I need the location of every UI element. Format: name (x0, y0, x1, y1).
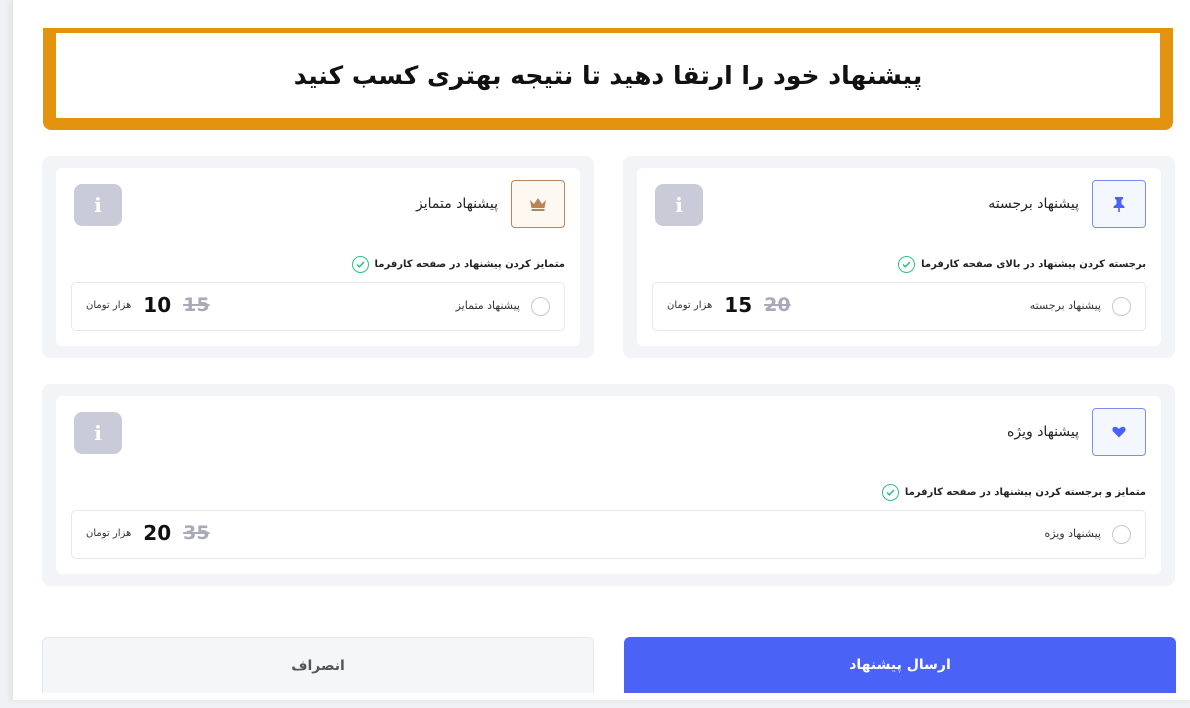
new-price: 20 (143, 521, 172, 545)
crown-icon (511, 180, 565, 228)
feature-text: متمایز کردن پیشنهاد در صفحه کارفرما (374, 259, 565, 270)
feature-text: برجسته کردن پیشنهاد در بالای صفحه کارفرم… (921, 259, 1146, 270)
special-option[interactable]: پیشنهاد ویژه هزار تومان 20 35 (71, 510, 1146, 559)
old-price: 20 (764, 294, 791, 316)
price: هزار تومان 20 35 (86, 521, 210, 545)
upgrade-panel: پیشنهاد خود را ارتقا دهید تا نتیجه بهتری… (12, 0, 1190, 700)
option-label: پیشنهاد متمایز (455, 299, 520, 312)
check-icon (351, 256, 369, 273)
feature-item: متمایز کردن پیشنهاد در صفحه کارفرما (351, 256, 565, 273)
old-price: 15 (183, 294, 210, 316)
banner: پیشنهاد خود را ارتقا دهید تا نتیجه بهتری… (43, 28, 1173, 130)
info-button[interactable]: i (74, 412, 122, 454)
check-icon (881, 484, 899, 501)
card-title: پیشنهاد متمایز (416, 196, 498, 212)
distinct-option[interactable]: پیشنهاد متمایز هزار تومان 10 15 (71, 282, 565, 331)
card-title: پیشنهاد برجسته (988, 196, 1079, 212)
feature-text: متمایز و برجسته کردن پیشنهاد در صفحه کار… (904, 487, 1146, 498)
submit-button[interactable]: ارسال پیشنهاد (624, 637, 1176, 693)
new-price: 10 (143, 293, 172, 317)
card-title: پیشنهاد ویژه (1007, 424, 1079, 440)
featured-radio[interactable] (1112, 297, 1131, 316)
info-button[interactable]: i (655, 184, 703, 226)
info-button[interactable]: i (74, 184, 122, 226)
featured-option[interactable]: پیشنهاد برجسته هزار تومان 15 20 (652, 282, 1146, 331)
feature-item: برجسته کردن پیشنهاد در بالای صفحه کارفرم… (898, 256, 1146, 273)
distinct-radio[interactable] (531, 297, 550, 316)
option-label: پیشنهاد ویژه (1044, 527, 1101, 540)
featured-card: i پیشنهاد برجسته برجسته کردن پیشنهاد در … (623, 156, 1175, 358)
old-price: 35 (183, 522, 210, 544)
new-price: 15 (724, 293, 753, 317)
check-icon (898, 256, 916, 273)
price-unit: هزار تومان (86, 299, 132, 311)
special-radio[interactable] (1112, 525, 1131, 544)
option-label: پیشنهاد برجسته (1029, 299, 1101, 312)
price: هزار تومان 10 15 (86, 293, 210, 317)
special-card: i پیشنهاد ویژه متمایز و برجسته کردن پیشن… (42, 384, 1175, 586)
cancel-button[interactable]: انصراف (42, 637, 594, 693)
distinct-card: i پیشنهاد متمایز متمایز کردن پیشنهاد در … (42, 156, 594, 358)
price-unit: هزار تومان (86, 527, 132, 539)
price: هزار تومان 15 20 (667, 293, 791, 317)
banner-title: پیشنهاد خود را ارتقا دهید تا نتیجه بهتری… (293, 61, 923, 90)
pin-icon (1092, 180, 1146, 228)
feature-item: متمایز و برجسته کردن پیشنهاد در صفحه کار… (881, 484, 1146, 501)
heart-icon (1092, 408, 1146, 456)
price-unit: هزار تومان (667, 299, 713, 311)
